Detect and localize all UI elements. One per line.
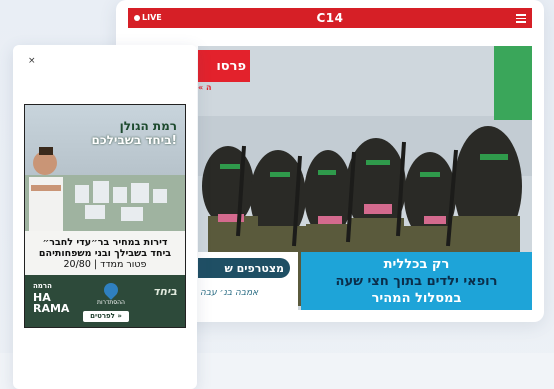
site-header: LIVE C14 bbox=[128, 8, 532, 28]
ad-text-3: פטור ממדד | 20/80 bbox=[63, 259, 147, 270]
real-estate-ad[interactable]: רמת הגולן ביחד בשבילכם! דירות במחיר בר״ע… bbox=[24, 104, 186, 328]
yahad-logo: ביחד bbox=[153, 285, 177, 298]
ha-rama-line-2: RAMA bbox=[33, 302, 70, 315]
ad-text-2: ביחד בשבילך ובני משפחותיהם bbox=[38, 248, 172, 259]
ad-photo: רמת הגולן ביחד בשבילכם! bbox=[25, 105, 185, 231]
ad-heading-1: רמת הגולן bbox=[119, 119, 177, 133]
clalit-ad-banner[interactable]: רק בכללית רופאי ילדים בתוך חצי שעה במסלו… bbox=[301, 252, 532, 310]
ad-text-1: דירות במחיר בר״עדי לחבר״ bbox=[42, 237, 168, 248]
banner-script-text: אמבה בנ׳ עבה bbox=[200, 288, 259, 298]
banner-line-1: רק בכללית bbox=[383, 256, 450, 272]
histadrut-drop-icon bbox=[101, 280, 121, 300]
details-button[interactable]: לפרטים » bbox=[83, 311, 129, 322]
ha-rama-logo: הרמה HA RAMA bbox=[33, 281, 69, 314]
site-logo[interactable]: C14 bbox=[128, 11, 532, 25]
ad-footer: הרמה HA RAMA ההסתדרות ביחד לפרטים » bbox=[25, 275, 185, 327]
banner-line-2: רופאי ילדים בתוך חצי שעה bbox=[335, 273, 498, 289]
banner-line-3: במסלול המהיר bbox=[371, 290, 462, 306]
category-tag[interactable]: פרסו bbox=[198, 50, 250, 82]
close-icon[interactable]: × bbox=[28, 56, 36, 66]
ad-heading-2: ביחד בשבילכם! bbox=[91, 133, 178, 147]
hamburger-icon[interactable] bbox=[516, 14, 526, 25]
banner-pill[interactable]: מצטרפים ש bbox=[198, 258, 290, 278]
category-subtag: « ה bbox=[198, 83, 212, 92]
histadrut-logo: ההסתדרות bbox=[95, 280, 127, 306]
ad-body-text: דירות במחיר בר״עדי לחבר״ ביחד בשבילך ובנ… bbox=[25, 237, 185, 270]
ad-heading: רמת הגולן ביחד בשבילכם! bbox=[92, 119, 178, 147]
histadrut-label: ההסתדרות bbox=[97, 299, 125, 306]
